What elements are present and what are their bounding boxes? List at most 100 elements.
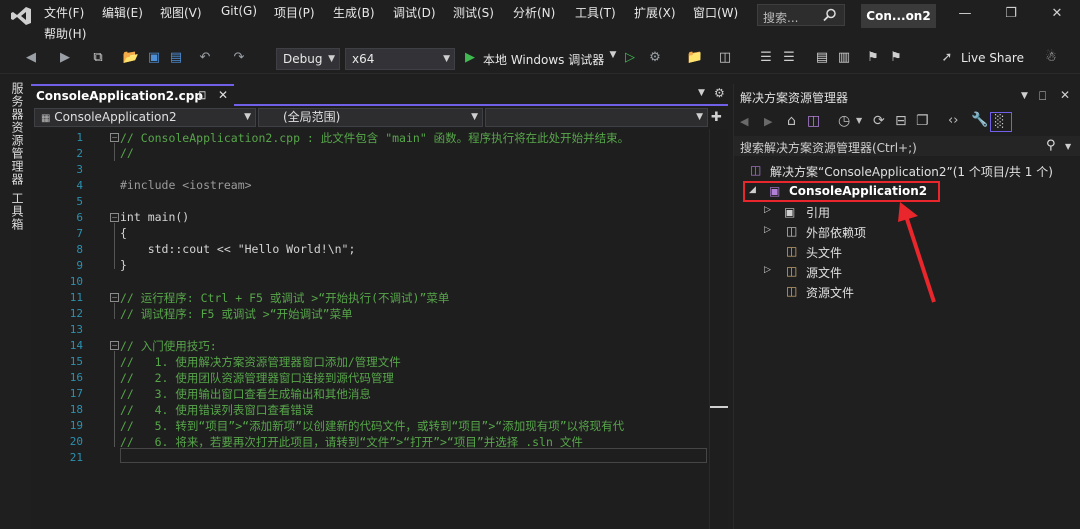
properties-wrench-icon[interactable]: 🔧 bbox=[971, 112, 988, 128]
tree-node-source-files[interactable]: 源文件 bbox=[806, 264, 842, 281]
start-without-debugging-icon[interactable]: ▷ bbox=[622, 50, 638, 68]
tree-node-resource-files[interactable]: 资源文件 bbox=[806, 284, 854, 301]
save-icon[interactable]: ▣ bbox=[145, 50, 163, 68]
toolbox-tab[interactable]: 工具箱 bbox=[9, 192, 26, 231]
vertical-scrollbar[interactable] bbox=[709, 129, 728, 529]
chevron-down-icon[interactable]: ▼ bbox=[607, 50, 619, 68]
code-line: // 入门使用技巧: bbox=[120, 339, 217, 353]
menu-file[interactable]: 文件(F) bbox=[44, 4, 84, 21]
minimize-icon[interactable]: — bbox=[955, 6, 975, 24]
browse-folder-icon[interactable]: 📁 bbox=[686, 50, 704, 68]
menu-test[interactable]: 测试(S) bbox=[453, 4, 494, 21]
restore-icon[interactable]: ❐ bbox=[1001, 6, 1021, 24]
visual-studio-logo-icon bbox=[11, 7, 31, 25]
solution-node[interactable]: 解决方案“ConsoleApplication2”(1 个项目/共 1 个) bbox=[770, 163, 1053, 180]
home-icon[interactable]: ⌂ bbox=[787, 113, 796, 129]
align-left-icon[interactable]: ☰ bbox=[757, 50, 775, 68]
pin-icon[interactable]: ⎕ bbox=[1039, 89, 1046, 104]
view-code-icon[interactable]: ‹› bbox=[948, 113, 958, 128]
menu-project[interactable]: 项目(P) bbox=[274, 4, 315, 21]
live-share-icon[interactable]: ➚ bbox=[938, 50, 956, 68]
align-right-icon[interactable]: ☰ bbox=[780, 50, 798, 68]
chevron-down-icon: ▼ bbox=[244, 112, 251, 122]
pin-icon[interactable]: ⎕ bbox=[199, 89, 206, 103]
refresh-icon[interactable]: ⟳ bbox=[873, 113, 885, 129]
tab-list-chevron-icon[interactable]: ▼ bbox=[698, 88, 705, 98]
chevron-down-icon[interactable]: ▼ bbox=[856, 116, 862, 125]
collapsed-chevron-icon[interactable]: ▷ bbox=[764, 225, 771, 235]
tree-node-external-dependencies[interactable]: 外部依赖项 bbox=[806, 224, 866, 241]
line-number: 17 bbox=[69, 387, 83, 400]
solution-explorer-toolbar: ◀ ▶ ⌂ ◫ ◷ ▼ ⟳ ⊟ ❐ ‹› 🔧 ░ bbox=[734, 110, 1080, 136]
line-number: 12 bbox=[69, 307, 83, 320]
menu-analyze[interactable]: 分析(N) bbox=[513, 4, 555, 21]
menu-extensions[interactable]: 扩展(X) bbox=[634, 4, 676, 21]
collapse-icon[interactable]: − bbox=[110, 133, 119, 142]
open-folder-icon[interactable]: 📂 bbox=[122, 50, 140, 68]
window-title: Con...on2 bbox=[861, 4, 936, 28]
switch-views-icon[interactable]: ◫ bbox=[807, 113, 820, 129]
search-icon: ⚲ bbox=[1046, 138, 1056, 153]
uncomment-icon[interactable]: ▥ bbox=[835, 50, 853, 68]
code-line: } bbox=[120, 258, 127, 272]
run-button-label[interactable]: 本地 Windows 调试器 bbox=[483, 51, 604, 68]
back-icon[interactable]: ◀ bbox=[740, 115, 748, 128]
pending-changes-icon[interactable]: ◷ bbox=[838, 113, 850, 129]
collapsed-chevron-icon[interactable]: ▷ bbox=[764, 205, 771, 215]
panel-menu-chevron-icon[interactable]: ▼ bbox=[1021, 91, 1028, 101]
code-line: // bbox=[120, 146, 134, 160]
bookmark-next-icon[interactable]: ⚑ bbox=[889, 50, 903, 68]
line-number: 1 bbox=[76, 131, 83, 144]
close-panel-icon[interactable]: ✕ bbox=[1060, 88, 1070, 102]
menu-help[interactable]: 帮助(H) bbox=[44, 25, 86, 42]
collapse-all-icon[interactable]: ⊟ bbox=[895, 113, 907, 129]
show-all-files-icon[interactable]: ❐ bbox=[916, 113, 929, 129]
hot-reload-icon[interactable]: ⚙ bbox=[646, 50, 664, 68]
navigate-back-icon[interactable]: ◀ bbox=[22, 50, 40, 68]
forward-icon[interactable]: ▶ bbox=[764, 115, 772, 128]
split-editor-icon[interactable]: ✚ bbox=[711, 110, 722, 125]
undo-icon[interactable]: ↶ bbox=[196, 50, 214, 68]
tree-node-references[interactable]: 引用 bbox=[806, 204, 830, 221]
save-all-icon[interactable]: ▤ bbox=[167, 50, 185, 68]
platform-dropdown[interactable]: x64 ▼ bbox=[345, 48, 455, 70]
code-line: // 2. 使用团队资源管理器窗口连接到源代码管理 bbox=[120, 371, 394, 385]
menu-view[interactable]: 视图(V) bbox=[160, 4, 202, 21]
collapse-icon[interactable]: − bbox=[110, 341, 119, 350]
chevron-down-icon[interactable]: ▼ bbox=[1065, 142, 1071, 151]
redo-icon[interactable]: ↷ bbox=[230, 50, 248, 68]
solution-search-input[interactable]: 搜索解决方案资源管理器(Ctrl+;) ⚲ ▼ bbox=[734, 136, 1080, 156]
settings-gear-icon[interactable]: ⚙ bbox=[714, 86, 725, 100]
menu-debug[interactable]: 调试(D) bbox=[393, 4, 436, 21]
close-icon[interactable]: ✕ bbox=[1047, 6, 1067, 24]
start-debug-icon[interactable]: ▶ bbox=[462, 50, 478, 68]
line-number: 20 bbox=[69, 435, 83, 448]
live-share-label[interactable]: Live Share bbox=[961, 51, 1024, 65]
comment-icon[interactable]: ▤ bbox=[813, 50, 831, 68]
collapse-icon[interactable]: − bbox=[110, 213, 119, 222]
feedback-icon[interactable]: ☃ bbox=[1042, 50, 1060, 68]
platform-value: x64 bbox=[352, 52, 375, 66]
scope-dropdown[interactable]: (全局范围) ▼ bbox=[258, 108, 483, 127]
tree-node-header-files[interactable]: 头文件 bbox=[806, 244, 842, 261]
code-editor[interactable]: − − − − // ConsoleApplication2.cpp : 此文件… bbox=[91, 129, 709, 529]
collapse-icon[interactable]: − bbox=[110, 293, 119, 302]
document-tab[interactable]: ConsoleApplication2.cpp ⎕ ✕ bbox=[31, 84, 234, 106]
preview-selected-items-icon[interactable]: ░ bbox=[990, 112, 1012, 132]
configuration-dropdown[interactable]: Debug ▼ bbox=[276, 48, 340, 70]
project-dropdown[interactable]: ▦ ConsoleApplication2 ▼ bbox=[34, 108, 256, 127]
menu-tools[interactable]: 工具(T) bbox=[575, 4, 616, 21]
menu-window[interactable]: 窗口(W) bbox=[693, 4, 738, 21]
server-explorer-tab[interactable]: 服务器资源管理器 bbox=[9, 82, 26, 186]
menu-git[interactable]: Git(G) bbox=[221, 4, 257, 18]
collapsed-chevron-icon[interactable]: ▷ bbox=[764, 265, 771, 275]
menu-edit[interactable]: 编辑(E) bbox=[102, 4, 143, 21]
menu-build[interactable]: 生成(B) bbox=[333, 4, 375, 21]
bookmark-icon[interactable]: ⚑ bbox=[866, 50, 880, 68]
new-project-icon[interactable]: ⧉ bbox=[88, 50, 108, 68]
navigate-forward-icon[interactable]: ▶ bbox=[56, 50, 74, 68]
layout-icon[interactable]: ◫ bbox=[716, 50, 734, 68]
member-dropdown[interactable]: ▼ bbox=[485, 108, 708, 127]
search-input[interactable]: 搜索... bbox=[757, 4, 845, 26]
close-tab-icon[interactable]: ✕ bbox=[218, 88, 228, 102]
